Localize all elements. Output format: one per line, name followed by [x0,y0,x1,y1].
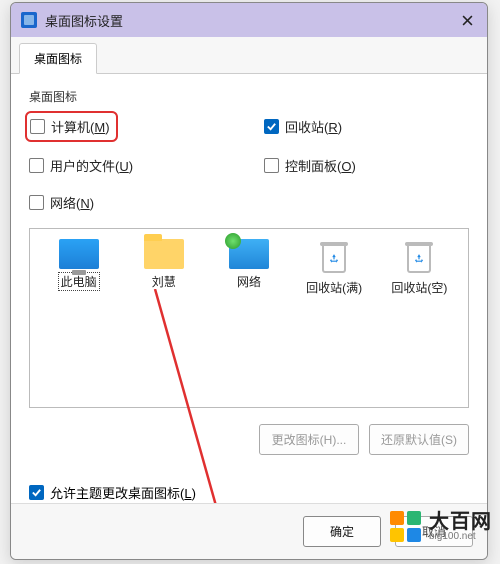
checkbox-label: 控制面板(O) [285,156,356,175]
content-area: 桌面图标 计算机(M) 回收站(R) 用户的文件(U) 控制面板(O) 网络(N… [11,74,487,503]
watermark-subtext: big100.net [429,532,492,542]
checkbox-controlpanel[interactable]: 控制面板(O) [264,156,469,175]
tabstrip: 桌面图标 [11,37,487,74]
checkbox-label: 允许主题更改桌面图标(L) [50,483,196,502]
checkbox-grid: 计算机(M) 回收站(R) 用户的文件(U) 控制面板(O) 网络(N) [29,115,469,212]
checkbox-icon [264,119,279,134]
monitor-icon [59,239,99,269]
preview-icon-recyclebin-full[interactable]: 回收站(满) [299,239,369,296]
tab-desktop-icons[interactable]: 桌面图标 [19,43,97,74]
watermark-logo [390,511,421,542]
checkbox-icon [29,195,44,210]
group-title: 桌面图标 [29,88,469,105]
checkbox-icon [264,158,279,173]
watermark-text: 大百网 [429,512,492,532]
restore-default-button[interactable]: 还原默认值(S) [369,424,469,455]
ok-button[interactable]: 确定 [303,516,381,547]
app-icon [21,12,37,28]
network-icon [229,239,269,269]
close-icon [462,15,473,26]
preview-icon-thispc[interactable]: 此电脑 [44,239,114,296]
preview-icon-network[interactable]: 网络 [214,239,284,296]
preview-icon-userfolder[interactable]: 刘慧 [129,239,199,296]
watermark: 大百网 big100.net [390,511,492,542]
checkbox-icon [29,485,44,500]
recyclebin-empty-icon [403,239,435,275]
close-button[interactable] [453,9,481,31]
checkbox-icon [30,119,45,134]
titlebar: 桌面图标设置 [11,3,487,37]
checkbox-label: 计算机(M) [51,117,110,136]
icon-preview-pane: 此电脑 刘慧 网络 回收站(满) [29,228,469,408]
icon-row: 此电脑 刘慧 网络 回收站(满) [36,239,462,296]
window-title: 桌面图标设置 [45,11,123,30]
preview-icon-recyclebin-empty[interactable]: 回收站(空) [384,239,454,296]
checkbox-label: 回收站(R) [285,117,342,136]
checkbox-icon [29,158,44,173]
checkbox-label: 网络(N) [50,193,94,212]
folder-icon [144,239,184,269]
checkbox-computer[interactable]: 计算机(M) [29,115,114,138]
icon-action-buttons: 更改图标(H)... 还原默认值(S) [29,424,469,455]
checkbox-allow-themes[interactable]: 允许主题更改桌面图标(L) [29,483,469,502]
recyclebin-full-icon [318,239,350,275]
desktop-icon-settings-dialog: 桌面图标设置 桌面图标 桌面图标 计算机(M) 回收站(R) 用户的文件(U) [10,2,488,560]
checkbox-userfiles[interactable]: 用户的文件(U) [29,156,234,175]
checkbox-network[interactable]: 网络(N) [29,193,234,212]
checkbox-recyclebin[interactable]: 回收站(R) [264,115,469,138]
checkbox-label: 用户的文件(U) [50,156,133,175]
change-icon-button[interactable]: 更改图标(H)... [259,424,359,455]
